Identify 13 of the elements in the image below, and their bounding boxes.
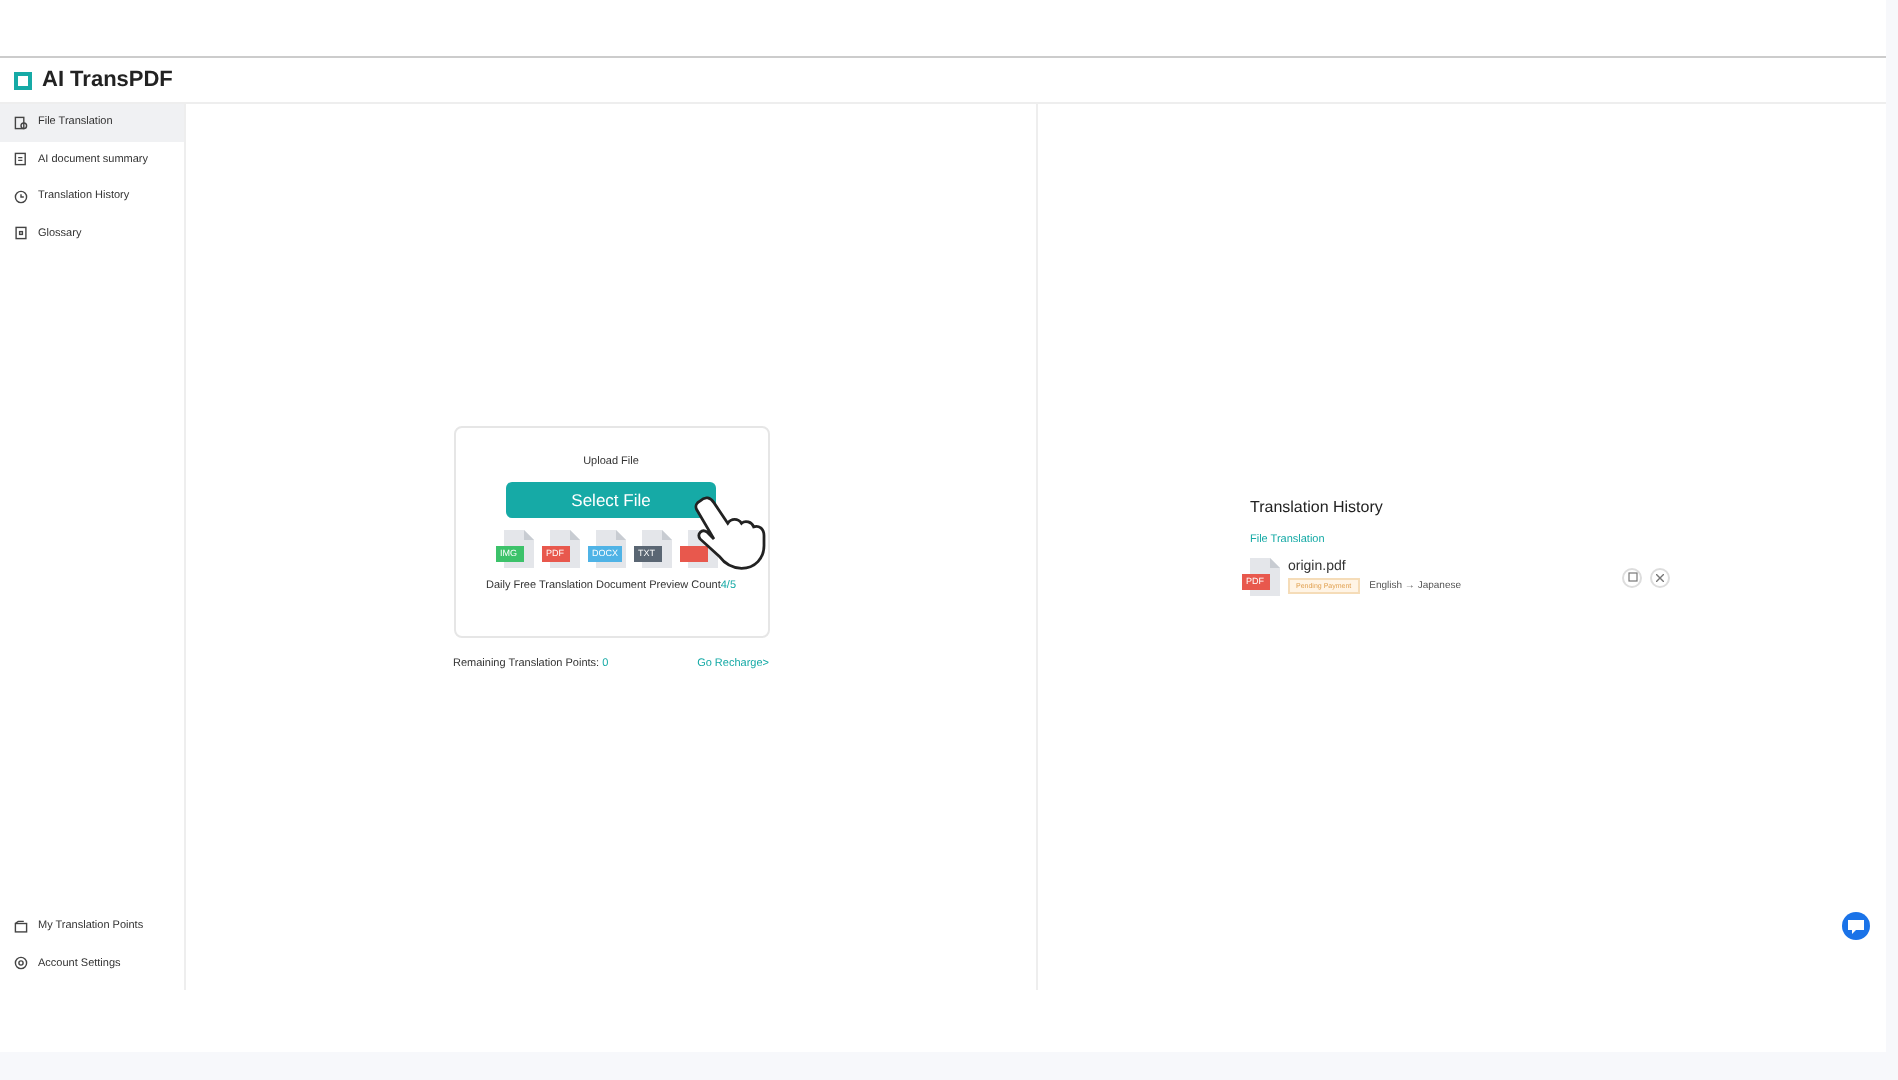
close-icon — [1656, 573, 1664, 581]
chat-icon[interactable] — [1842, 912, 1870, 940]
settings-icon — [14, 956, 28, 971]
book-icon — [14, 226, 28, 241]
logo-icon — [14, 71, 32, 89]
wallet-icon — [14, 919, 28, 934]
delete-button[interactable] — [1650, 567, 1670, 587]
document-icon — [14, 115, 28, 130]
brand-name: AI TransPDF — [42, 68, 173, 92]
square-icon — [1627, 572, 1637, 582]
history-title: Translation History — [1250, 498, 1385, 516]
document-icon — [14, 152, 28, 167]
history-icon — [14, 189, 28, 204]
